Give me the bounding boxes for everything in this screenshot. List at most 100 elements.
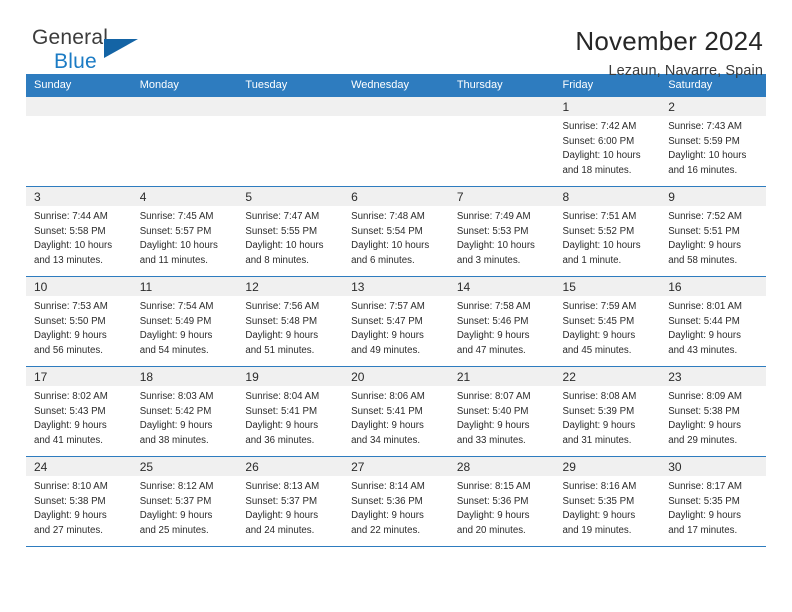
calendar-day-cell[interactable]: 25 Sunrise: 8:12 AM Sunset: 5:37 PM Dayligh… [131, 456, 238, 547]
day-number: 25 [131, 457, 238, 476]
sunrise-time: Sunrise: 8:09 AM [668, 391, 742, 402]
calendar-day-cell[interactable]: 17 Sunrise: 8:02 AM Sunset: 5:43 PM Dayligh… [26, 366, 132, 457]
day-details: Sunrise: 8:17 AM Sunset: 5:35 PM Daylight:… [660, 476, 766, 539]
weekday-header-wednesday: Wednesday [343, 74, 449, 97]
calendar-day-cell[interactable]: 6 Sunrise: 7:48 AM Sunset: 5:54 PM Daylight… [343, 186, 449, 277]
daylight-duration-line2: and 41 minutes. [34, 435, 103, 447]
daylight-duration-line2: and 25 minutes. [139, 525, 209, 537]
day-number: 28 [448, 457, 555, 476]
sunrise-time: Sunrise: 7:42 AM [562, 121, 637, 132]
day-number: 7 [448, 187, 555, 206]
daylight-duration-line1: Daylight: 9 hours [351, 420, 424, 432]
calendar-day-cell[interactable]: 19 Sunrise: 8:04 AM Sunset: 5:41 PM Dayligh… [237, 366, 344, 457]
daylight-duration-line2: and 51 minutes. [245, 345, 315, 357]
day-details: Sunrise: 7:43 AM Sunset: 5:59 PM Daylight:… [660, 116, 766, 179]
month-calendar: Sunday Monday Tuesday Wednesday Thursday… [26, 74, 766, 547]
day-number [237, 97, 344, 116]
daylight-duration-line1: Daylight: 9 hours [139, 510, 213, 522]
calendar-day-cell[interactable]: 4 Sunrise: 7:45 AM Sunset: 5:57 PM Daylight… [131, 186, 238, 277]
calendar-day-cell[interactable]: 30 Sunrise: 8:17 AM Sunset: 5:35 PM Dayligh… [660, 456, 766, 547]
sunset-time: Sunset: 5:51 PM [668, 225, 740, 237]
calendar-day-cell[interactable]: 7 Sunrise: 7:49 AM Sunset: 5:53 PM Daylight… [448, 186, 555, 277]
calendar-day-cell[interactable]: 12 Sunrise: 7:56 AM Sunset: 5:48 PM Dayligh… [237, 276, 344, 367]
calendar-week-row: 10 Sunrise: 7:53 AM Sunset: 5:50 PM Dayligh… [26, 276, 766, 367]
calendar-day-cell[interactable]: 26 Sunrise: 8:13 AM Sunset: 5:37 PM Dayligh… [237, 456, 344, 547]
day-number: 18 [131, 367, 238, 386]
sunrise-time: Sunrise: 7:56 AM [245, 301, 320, 312]
day-number [131, 97, 238, 116]
sunset-time: Sunset: 5:57 PM [139, 225, 212, 237]
day-number: 19 [237, 367, 344, 386]
sunset-time: Sunset: 5:46 PM [456, 315, 529, 327]
sunrise-time: Sunrise: 7:43 AM [668, 121, 742, 132]
calendar-day-cell[interactable]: 29 Sunrise: 8:16 AM Sunset: 5:35 PM Dayligh… [554, 456, 661, 547]
calendar-day-cell[interactable]: 24 Sunrise: 8:10 AM Sunset: 5:38 PM Dayligh… [26, 456, 132, 547]
daylight-duration-line1: Daylight: 10 hours [245, 240, 324, 252]
day-details: Sunrise: 7:54 AM Sunset: 5:49 PM Daylight:… [132, 296, 238, 359]
daylight-duration-line2: and 27 minutes. [34, 525, 103, 537]
sunset-time: Sunset: 5:37 PM [245, 495, 318, 507]
sunrise-time: Sunrise: 7:57 AM [351, 301, 425, 312]
sunrise-time: Sunrise: 8:07 AM [456, 391, 531, 402]
calendar-day-cell[interactable]: 5 Sunrise: 7:47 AM Sunset: 5:55 PM Daylight… [237, 186, 344, 277]
calendar-day-cell[interactable]: 21 Sunrise: 8:07 AM Sunset: 5:40 PM Dayligh… [448, 366, 555, 457]
calendar-day-cell[interactable]: 8 Sunrise: 7:51 AM Sunset: 5:52 PM Daylight… [554, 186, 661, 277]
calendar-day-cell[interactable]: 15 Sunrise: 7:59 AM Sunset: 5:45 PM Dayligh… [554, 276, 661, 367]
daylight-duration-line1: Daylight: 9 hours [34, 510, 107, 522]
daylight-duration-line2: and 31 minutes. [562, 435, 632, 447]
sunrise-time: Sunrise: 7:51 AM [562, 211, 637, 222]
sunrise-time: Sunrise: 7:45 AM [139, 211, 214, 222]
calendar-day-cell[interactable]: 1 Sunrise: 7:42 AM Sunset: 6:00 PM Daylight… [554, 96, 661, 187]
day-details: Sunrise: 8:02 AM Sunset: 5:43 PM Daylight:… [26, 386, 132, 449]
daylight-duration-line1: Daylight: 9 hours [456, 330, 530, 342]
day-details: Sunrise: 7:44 AM Sunset: 5:58 PM Daylight:… [26, 206, 132, 269]
day-details: Sunrise: 8:16 AM Sunset: 5:35 PM Daylight:… [555, 476, 661, 539]
calendar-day-cell[interactable]: 11 Sunrise: 7:54 AM Sunset: 5:49 PM Dayligh… [131, 276, 238, 367]
calendar-day-cell[interactable]: 27 Sunrise: 8:14 AM Sunset: 5:36 PM Dayligh… [343, 456, 449, 547]
calendar-day-cell[interactable]: 18 Sunrise: 8:03 AM Sunset: 5:42 PM Dayligh… [131, 366, 238, 457]
calendar-day-cell[interactable]: 14 Sunrise: 7:58 AM Sunset: 5:46 PM Dayligh… [448, 276, 555, 367]
sunrise-time: Sunrise: 8:01 AM [668, 301, 742, 312]
sunset-time: Sunset: 5:41 PM [245, 405, 318, 417]
calendar-day-cell[interactable]: 23 Sunrise: 8:09 AM Sunset: 5:38 PM Dayligh… [660, 366, 766, 457]
calendar-day-cell[interactable]: 22 Sunrise: 8:08 AM Sunset: 5:39 PM Dayligh… [554, 366, 661, 457]
day-details: Sunrise: 8:13 AM Sunset: 5:37 PM Daylight:… [237, 476, 343, 539]
calendar-day-cell[interactable]: 13 Sunrise: 7:57 AM Sunset: 5:47 PM Dayligh… [343, 276, 449, 367]
page-subtitle: Lezaun, Navarre, Spain [608, 62, 763, 79]
calendar-day-cell[interactable]: 20 Sunrise: 8:06 AM Sunset: 5:41 PM Dayligh… [343, 366, 449, 457]
calendar-day-cell[interactable]: 2 Sunrise: 7:43 AM Sunset: 5:59 PM Daylight… [660, 96, 766, 187]
calendar-day-cell[interactable]: 10 Sunrise: 7:53 AM Sunset: 5:50 PM Dayligh… [26, 276, 132, 367]
daylight-duration-line1: Daylight: 9 hours [668, 420, 741, 432]
daylight-duration-line2: and 34 minutes. [351, 435, 421, 447]
day-details: Sunrise: 7:42 AM Sunset: 6:00 PM Daylight:… [555, 116, 661, 179]
daylight-duration-line1: Daylight: 10 hours [351, 240, 430, 252]
calendar-day-cell[interactable]: 9 Sunrise: 7:52 AM Sunset: 5:51 PM Daylight… [660, 186, 766, 277]
brand-logo[interactable]: General Blue [26, 27, 182, 79]
calendar-day-cell[interactable]: 3 Sunrise: 7:44 AM Sunset: 5:58 PM Daylight… [26, 186, 132, 277]
calendar-day-cell-empty [131, 96, 238, 187]
sunrise-time: Sunrise: 8:17 AM [668, 481, 742, 492]
sunset-time: Sunset: 5:37 PM [139, 495, 212, 507]
daylight-duration-line2: and 33 minutes. [456, 435, 526, 447]
sunset-time: Sunset: 5:39 PM [562, 405, 635, 417]
day-number: 2 [660, 97, 766, 116]
day-details: Sunrise: 8:09 AM Sunset: 5:38 PM Daylight:… [660, 386, 766, 449]
daylight-duration-line2: and 16 minutes. [668, 165, 738, 177]
sunset-time: Sunset: 5:35 PM [562, 495, 635, 507]
page-header: General Blue November 2024 Lezaun, Navar… [26, 0, 766, 79]
daylight-duration-line2: and 22 minutes. [351, 525, 421, 537]
day-details: Sunrise: 8:12 AM Sunset: 5:37 PM Daylight:… [132, 476, 238, 539]
sunset-time: Sunset: 5:45 PM [562, 315, 635, 327]
day-details: Sunrise: 7:52 AM Sunset: 5:51 PM Daylight:… [660, 206, 766, 269]
day-details: Sunrise: 7:58 AM Sunset: 5:46 PM Daylight:… [449, 296, 555, 359]
calendar-day-cell[interactable]: 28 Sunrise: 8:15 AM Sunset: 5:36 PM Dayligh… [448, 456, 555, 547]
daylight-duration-line1: Daylight: 9 hours [668, 240, 741, 252]
daylight-duration-line2: and 6 minutes. [351, 255, 415, 267]
day-number: 26 [237, 457, 344, 476]
daylight-duration-line1: Daylight: 10 hours [456, 240, 535, 252]
daylight-duration-line2: and 54 minutes. [139, 345, 209, 357]
daylight-duration-line2: and 3 minutes. [456, 255, 521, 267]
daylight-duration-line2: and 1 minute. [562, 255, 622, 267]
sunrise-time: Sunrise: 7:48 AM [351, 211, 425, 222]
calendar-day-cell[interactable]: 16 Sunrise: 8:01 AM Sunset: 5:44 PM Dayligh… [660, 276, 766, 367]
